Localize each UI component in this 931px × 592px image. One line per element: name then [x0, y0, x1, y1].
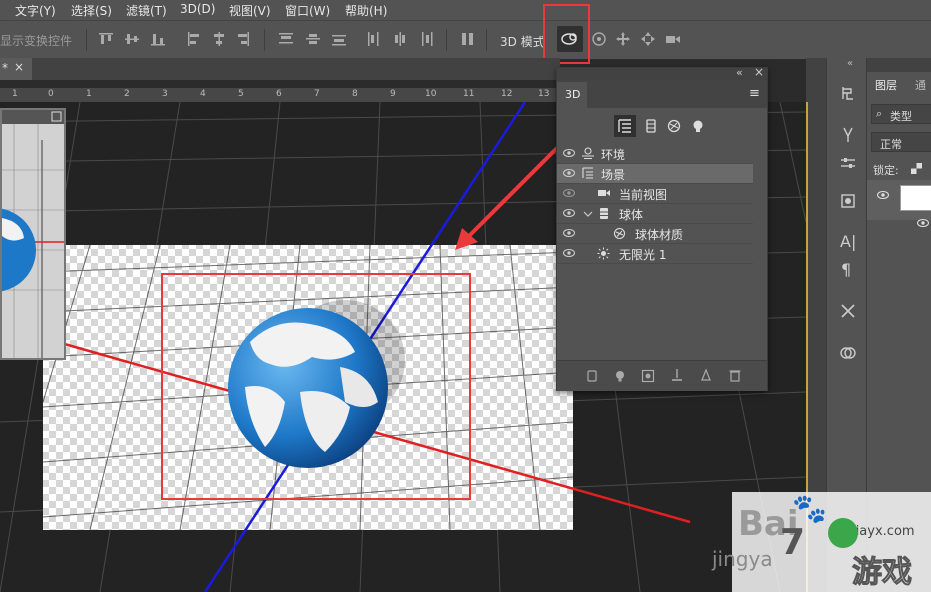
visibility-eye-icon[interactable]	[563, 148, 575, 158]
light-filter-icon[interactable]	[690, 118, 706, 134]
visibility-eye-icon[interactable]	[563, 228, 575, 238]
infinite-light-icon	[597, 247, 610, 260]
brush-icon[interactable]	[839, 126, 857, 144]
material-icon	[613, 227, 626, 240]
panel-footer	[557, 360, 767, 391]
lock-label: 锁定:	[873, 164, 899, 177]
visibility-eye-icon[interactable]	[563, 168, 575, 178]
watermark-jingyan-text: jingya	[712, 547, 773, 571]
add-light-icon[interactable]	[613, 369, 627, 383]
chevron-down-icon[interactable]	[583, 209, 593, 219]
layer-row-sphere-material[interactable]: 球体材质	[557, 224, 753, 244]
lock-transparency-icon[interactable]	[911, 163, 922, 174]
visibility-eye-icon[interactable]	[917, 218, 929, 228]
panel-collapse[interactable]: «	[736, 66, 743, 79]
layers-titlebar	[867, 58, 931, 72]
layer-row-label: 球体	[619, 208, 644, 222]
mesh-filter-icon[interactable]	[643, 118, 659, 134]
layer-row-sphere[interactable]: 球体	[557, 204, 753, 224]
panel-tab-3d-label: 3D	[565, 88, 581, 101]
filter-whole-scene-button[interactable]	[614, 115, 636, 137]
layers-tab-label: 图层	[875, 79, 897, 92]
panel-titlebar[interactable]: « ×	[557, 65, 767, 80]
layer-row-label: 无限光 1	[619, 248, 667, 262]
paw-icon: 🐾	[792, 492, 827, 525]
tool-presets-icon[interactable]	[839, 302, 857, 320]
layers-tab[interactable]: 图层	[867, 72, 905, 96]
layer-filter-value: 类型	[890, 110, 912, 123]
dock-collapse-icon[interactable]: «	[847, 58, 853, 69]
layer-thumbnail	[900, 185, 931, 211]
libraries-icon[interactable]	[839, 344, 857, 362]
trash-icon[interactable]	[728, 368, 742, 383]
adjustments-icon[interactable]	[839, 154, 857, 172]
reset-icon[interactable]	[699, 368, 714, 383]
add-mesh-icon[interactable]	[585, 369, 599, 383]
blend-mode-select[interactable]: 正常	[871, 132, 931, 152]
history-icon[interactable]	[839, 84, 857, 102]
panel-close[interactable]: ×	[754, 65, 764, 79]
watermark-number: 7	[780, 522, 806, 563]
visibility-eye-icon[interactable]	[563, 248, 575, 258]
environment-icon	[582, 147, 594, 159]
paragraph-icon[interactable]: ¶	[841, 260, 851, 279]
watermark: Bai 🐾 jingya 7 xiayx.com 游戏	[712, 492, 931, 592]
character-icon[interactable]: A|	[840, 232, 856, 251]
blend-mode-value: 正常	[880, 138, 902, 151]
layer-filter-input[interactable]: ⌕ 类型	[871, 104, 931, 124]
layer-row-current-view[interactable]: 当前视图	[557, 184, 753, 204]
layer-row-scene[interactable]: 场景	[557, 164, 753, 184]
drop-to-plane-icon[interactable]	[670, 368, 684, 383]
layer-row-label: 环境	[601, 148, 626, 162]
mesh-icon	[600, 208, 608, 219]
camera-icon	[598, 190, 610, 196]
layer-row-infinite-light[interactable]: 无限光 1	[557, 244, 753, 264]
panel-3d: « × 3D ≡ 环境 场景 当前视图 球体 球体材质 无限光 1	[556, 65, 768, 391]
styles-icon[interactable]	[839, 192, 857, 210]
scene-icon	[582, 167, 593, 179]
visibility-eye-icon[interactable]	[877, 190, 889, 200]
channels-tab-label[interactable]: 通	[915, 77, 926, 93]
layer-row-3d[interactable]	[867, 180, 931, 220]
layer-row-label: 当前视图	[619, 188, 668, 202]
visibility-eye-icon[interactable]	[563, 208, 575, 218]
watermark-game-text: 游戏	[852, 555, 913, 591]
layer-row-environment[interactable]: 环境	[557, 144, 753, 164]
layer-row-label: 场景	[601, 168, 626, 182]
search-icon: ⌕	[876, 107, 883, 120]
watermark-logo	[828, 518, 858, 548]
material-filter-icon[interactable]	[666, 118, 682, 134]
panel-tab-3d[interactable]: 3D	[557, 82, 587, 108]
layer-row-label: 球体材质	[635, 228, 684, 242]
visibility-eye-icon[interactable]	[563, 188, 575, 198]
scene-tree-icon	[618, 119, 631, 133]
render-icon[interactable]	[641, 369, 655, 383]
panel-menu-icon[interactable]: ≡	[749, 86, 760, 101]
panel-tab-strip	[557, 80, 767, 108]
